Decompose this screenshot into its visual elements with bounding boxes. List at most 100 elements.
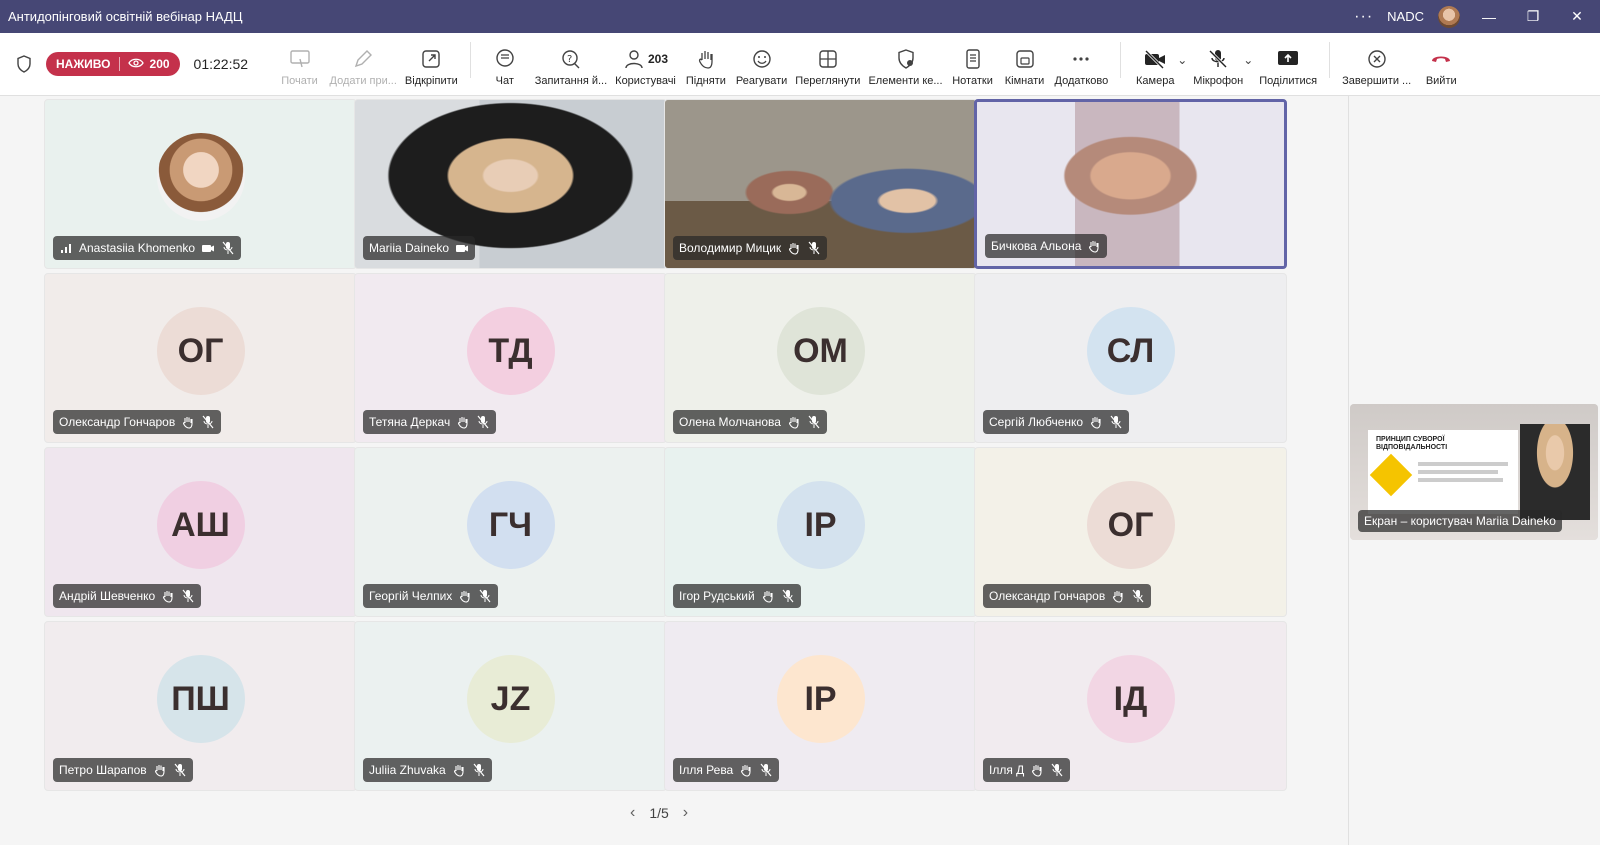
screen-share-label: Екран – користувач Mariia Daineko: [1358, 510, 1562, 532]
participant-tile[interactable]: АШ Андрій Шевченко: [44, 447, 357, 617]
participant-nameplate: Петро Шарапов: [53, 758, 193, 782]
viewer-count: 200: [149, 57, 170, 71]
participant-tile[interactable]: Mariia Daineko: [354, 99, 667, 269]
participant-initials-avatar: СЛ: [1086, 306, 1175, 395]
hand-icon: [456, 415, 470, 429]
annotate-button[interactable]: Додати при...: [330, 47, 397, 87]
participant-tile[interactable]: JZ Juliia Zhuvaka: [354, 621, 667, 791]
participant-tile[interactable]: ОГ Олександр Гончаров: [974, 447, 1287, 617]
participant-name: Ілля Рева: [679, 763, 734, 777]
participant-name: Володимир Мицик: [679, 241, 782, 255]
participant-name: Тетяна Деркач: [369, 415, 451, 429]
hand-icon: [787, 415, 801, 429]
participant-initials-avatar: ГЧ: [466, 480, 555, 569]
hand-icon: [153, 763, 167, 777]
mic-off-icon: [781, 589, 795, 603]
security-shield-icon[interactable]: [10, 55, 38, 73]
participant-tile[interactable]: СЛ Сергій Любченко: [974, 273, 1287, 443]
grid-icon: [817, 47, 839, 71]
raise-hand-icon: [695, 47, 717, 71]
more-button[interactable]: Додатково: [1055, 47, 1108, 87]
pen-icon: [352, 47, 374, 71]
camera-off-icon: [201, 242, 215, 254]
mic-off-icon: [478, 589, 492, 603]
people-icon: 203: [623, 47, 668, 71]
participant-tile[interactable]: ГЧ Георгій Челпих: [354, 447, 667, 617]
participant-initials-avatar: ІР: [776, 654, 865, 743]
meeting-controls-button[interactable]: Елементи ке...: [868, 47, 943, 87]
leave-button[interactable]: Вийти: [1419, 47, 1463, 87]
qa-button[interactable]: ? Запитання й...: [535, 47, 607, 87]
live-badge[interactable]: НАЖИВО 200: [46, 52, 180, 76]
participant-initials-avatar: ТД: [466, 306, 555, 395]
rooms-button[interactable]: Кімнати: [1003, 47, 1047, 87]
next-page-chevron-icon[interactable]: ›: [683, 804, 688, 822]
participant-tile[interactable]: ТД Тетяна Деркач: [354, 273, 667, 443]
mic-off-icon: [1109, 415, 1123, 429]
notes-button[interactable]: Нотатки: [951, 47, 995, 87]
pagination: ‹ 1/5 ›: [630, 804, 688, 822]
signal-icon: [59, 242, 73, 254]
participant-tile[interactable]: ІР Ігор Рудський: [664, 447, 977, 617]
window-title: Антидопінговий освітній вебінар НАДЦ: [8, 9, 243, 24]
more-options-icon[interactable]: ···: [1354, 8, 1373, 26]
raise-hand-button[interactable]: Підняти: [684, 47, 728, 87]
meeting-toolbar: НАЖИВО 200 01:22:52 Почати Додати при...…: [0, 33, 1600, 96]
participant-nameplate: Олександр Гончаров: [983, 584, 1152, 608]
participant-name: Олександр Гончаров: [59, 415, 176, 429]
account-avatar[interactable]: [1438, 5, 1460, 28]
start-button[interactable]: Почати: [278, 47, 322, 87]
participant-tile[interactable]: ІР Ілля Рева: [664, 621, 977, 791]
org-name[interactable]: NADC: [1387, 9, 1424, 24]
camera-off-icon: [455, 242, 469, 254]
participant-name: Ігор Рудський: [679, 589, 755, 603]
hand-icon: [1111, 589, 1125, 603]
participant-nameplate: Ілля Д: [983, 758, 1071, 782]
participant-tile[interactable]: Володимир Мицик: [664, 99, 977, 269]
participant-nameplate: Георгій Челпих: [363, 584, 499, 608]
participant-name: Андрій Шевченко: [59, 589, 156, 603]
share-button[interactable]: Поділитися: [1259, 47, 1317, 87]
participant-tile[interactable]: ІД Ілля Д: [974, 621, 1287, 791]
chat-button[interactable]: Чат: [483, 47, 527, 87]
participant-initials-avatar: ОМ: [776, 306, 865, 395]
participant-tile[interactable]: ПШ Петро Шарапов: [44, 621, 357, 791]
warning-sign-image: [1369, 453, 1413, 497]
prev-page-chevron-icon[interactable]: ‹: [630, 804, 635, 822]
restore-icon[interactable]: ❐: [1518, 8, 1548, 25]
screen-share-thumbnail[interactable]: ПРИНЦИП СУВОРОЇ ВІДПОВІДАЛЬНОСТІ Екран –…: [1350, 404, 1598, 540]
view-button[interactable]: Переглянути: [795, 47, 860, 87]
minimize-icon[interactable]: —: [1474, 9, 1504, 25]
participant-nameplate: Олександр Гончаров: [53, 410, 222, 434]
hand-icon: [1089, 415, 1103, 429]
mic-options-chevron-icon[interactable]: ⌄: [1243, 53, 1253, 67]
hand-icon: [1030, 763, 1044, 777]
tool-buttons: Почати Додати при... Відкріпити Чат ? За…: [274, 33, 1468, 95]
mic-button[interactable]: Мікрофон: [1193, 47, 1243, 87]
mic-off-icon: [181, 589, 195, 603]
participant-name: Георгій Челпих: [369, 589, 453, 603]
participant-initials-avatar: JZ: [466, 654, 555, 743]
participant-name: Олена Молчанова: [679, 415, 781, 429]
camera-options-chevron-icon[interactable]: ⌄: [1177, 53, 1187, 67]
participant-initials-avatar: ОГ: [156, 306, 245, 395]
participant-initials-avatar: ІР: [776, 480, 865, 569]
more-icon: [1070, 47, 1092, 71]
page-indicator: 1/5: [649, 805, 669, 821]
close-icon[interactable]: ✕: [1562, 8, 1592, 25]
participant-nameplate: Ілля Рева: [673, 758, 780, 782]
participant-nameplate: Андрій Шевченко: [53, 584, 202, 608]
participant-tile[interactable]: Anastasiia Khomenko: [44, 99, 357, 269]
participant-tile[interactable]: Бичкова Альона: [974, 99, 1287, 269]
screen-start-icon: [289, 47, 311, 71]
react-button[interactable]: Реагувати: [736, 47, 787, 87]
participant-name: Juliia Zhuvaka: [369, 763, 446, 777]
camera-button[interactable]: Камера: [1133, 47, 1177, 87]
end-meeting-button[interactable]: Завершити ...: [1342, 47, 1411, 87]
end-circle-x-icon: [1366, 47, 1388, 71]
participant-tile[interactable]: ОГ Олександр Гончаров: [44, 273, 357, 443]
svg-text:?: ?: [567, 54, 572, 65]
popout-button[interactable]: Відкріпити: [405, 47, 458, 87]
people-button[interactable]: 203 Користувачі: [615, 47, 676, 87]
participant-tile[interactable]: ОМ Олена Молчанова: [664, 273, 977, 443]
